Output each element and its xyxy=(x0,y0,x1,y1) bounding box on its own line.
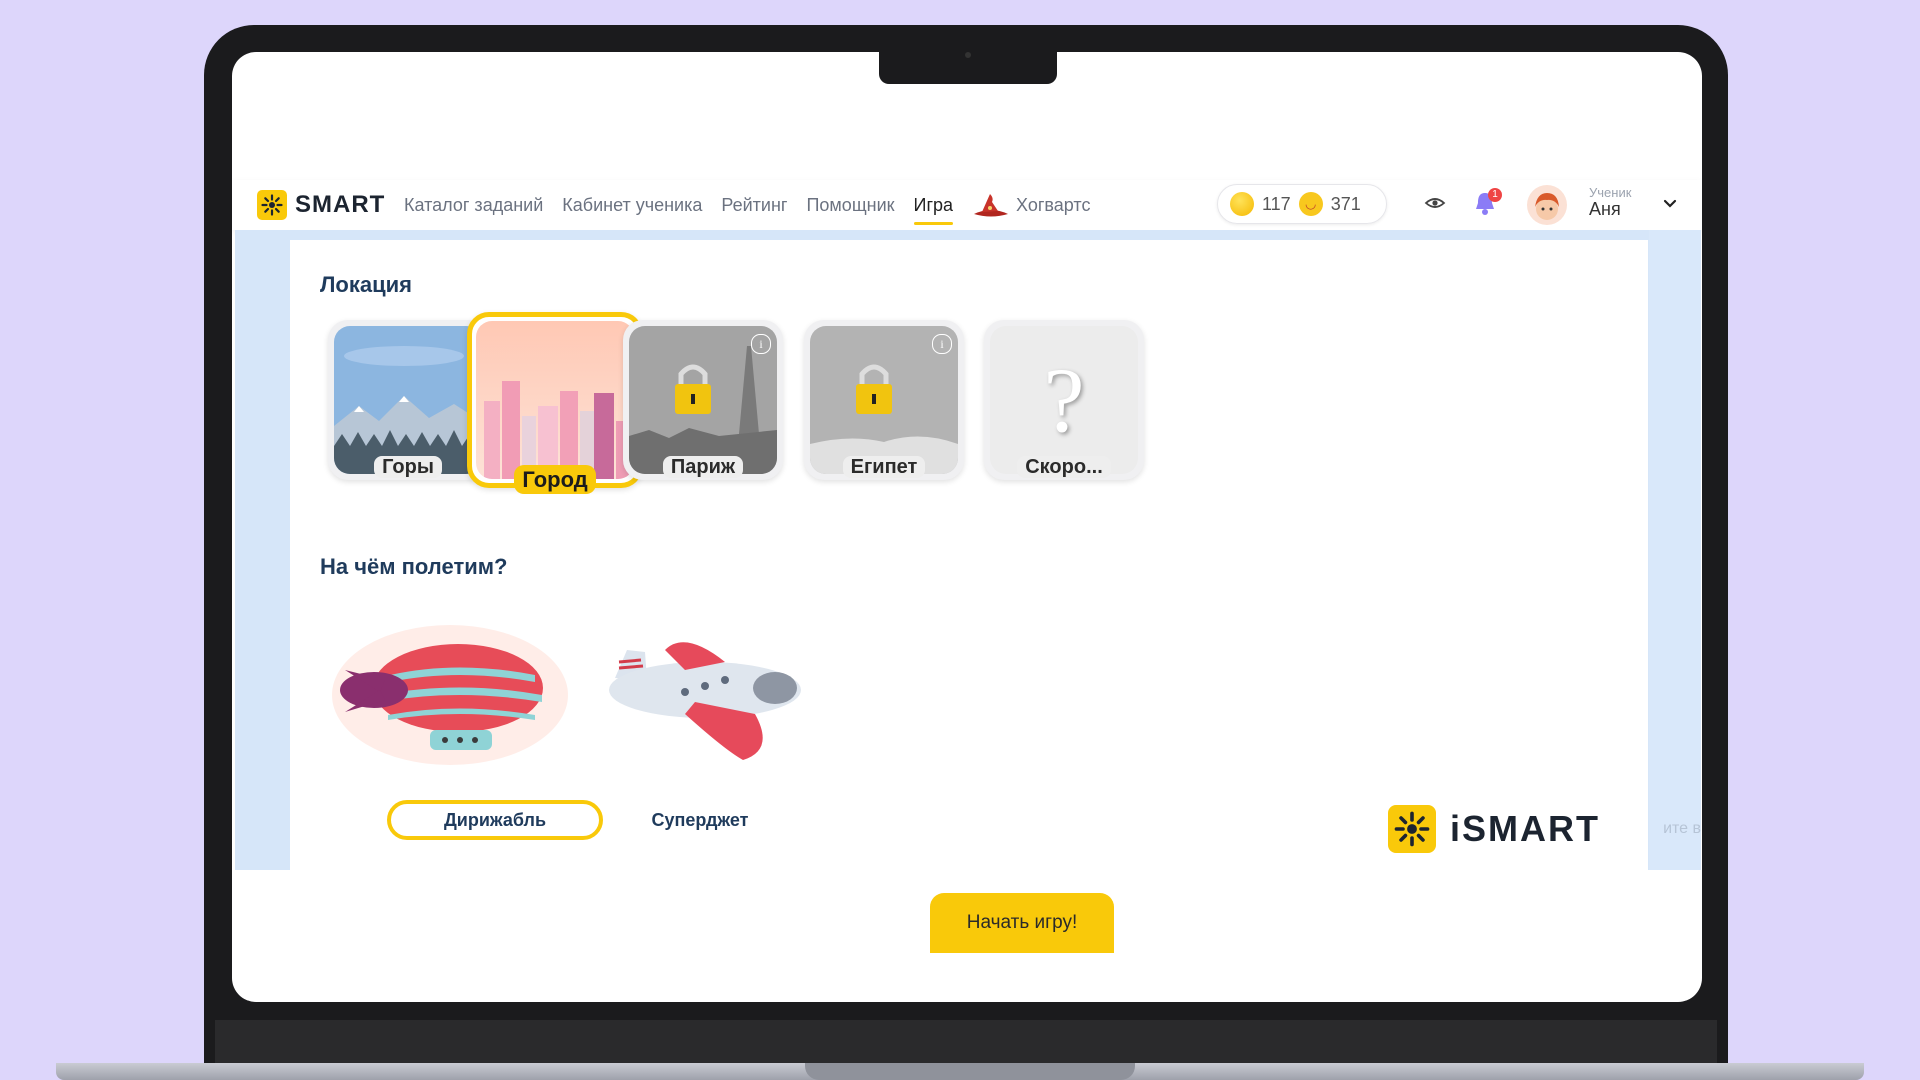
info-icon[interactable]: i xyxy=(932,334,952,354)
laptop-screen: SMART Каталог заданий Кабинет ученика Ре… xyxy=(232,52,1702,1002)
info-icon[interactable]: i xyxy=(751,334,771,354)
chevron-down-icon[interactable] xyxy=(1662,195,1678,215)
location-tile-city[interactable]: Город xyxy=(467,312,643,494)
smiles-count: 371 xyxy=(1330,193,1361,214)
camera-notch xyxy=(879,52,1057,84)
mountains-image xyxy=(334,326,482,474)
vehicle-airship-button[interactable]: Дирижабль xyxy=(387,800,603,840)
nav-item-hogwarts[interactable]: Хогвартс xyxy=(972,192,1090,218)
avatar[interactable] xyxy=(1527,185,1567,225)
location-title: Локация xyxy=(320,272,413,297)
location-tile-paris[interactable]: i Париж xyxy=(623,320,783,480)
location-label-mountains: Горы xyxy=(374,456,442,478)
eye-icon[interactable] xyxy=(1424,192,1446,218)
nav-item-assistant[interactable]: Помощник xyxy=(806,195,894,216)
smart-logo[interactable]: SMART xyxy=(257,190,385,220)
laptop-hinge xyxy=(215,1020,1717,1065)
game-side-right xyxy=(1649,230,1701,870)
location-tile-mountains[interactable]: Горы xyxy=(328,320,488,480)
top-navigation-bar: SMART Каталог заданий Кабинет ученика Ре… xyxy=(232,180,1702,230)
main-nav: Каталог заданий Кабинет ученика Рейтинг … xyxy=(404,180,1090,230)
sun-logo-icon xyxy=(1388,805,1436,853)
bell-icon[interactable]: 1 xyxy=(1472,188,1502,222)
vehicle-superjet-label[interactable]: Суперджет xyxy=(600,810,800,831)
city-image xyxy=(476,321,634,479)
user-role: Ученик xyxy=(1589,185,1632,200)
vehicle-airship[interactable] xyxy=(330,620,570,770)
nav-item-catalog[interactable]: Каталог заданий xyxy=(404,195,543,216)
wizard-hat-icon xyxy=(974,194,1009,217)
logo-text: SMART xyxy=(295,191,386,218)
vehicle-airship-label: Дирижабль xyxy=(443,809,547,830)
game-area: ите в Локация Горы Город i Париж i Египе… xyxy=(235,230,1701,953)
location-tile-soon[interactable]: ? Скоро... xyxy=(984,320,1144,480)
start-game-button[interactable]: Начать игру! xyxy=(930,893,1114,953)
location-tile-egypt[interactable]: i Египет xyxy=(804,320,964,480)
location-label-soon: Скоро... xyxy=(1017,456,1111,478)
notification-badge: 1 xyxy=(1488,188,1502,202)
laptop-base-notch xyxy=(805,1063,1135,1080)
side-hint-text: ите в xyxy=(1663,820,1701,837)
brand-text: iSMART xyxy=(1450,808,1600,849)
nav-item-rating[interactable]: Рейтинг xyxy=(721,195,787,216)
nav-item-game[interactable]: Игра xyxy=(913,195,953,225)
nav-item-student-cabinet[interactable]: Кабинет ученика xyxy=(562,195,702,216)
coin-icon xyxy=(1230,192,1254,216)
location-label-egypt: Египет xyxy=(842,456,926,478)
sun-logo-icon xyxy=(257,190,287,220)
game-settings-panel: Локация Горы Город i Париж i Египет ? Ск… xyxy=(290,240,1648,953)
vehicle-title: На чём полетим? xyxy=(320,554,508,579)
camera-icon xyxy=(965,52,971,58)
location-label-city: Город xyxy=(514,465,596,494)
coins-count: 117 xyxy=(1262,193,1291,214)
balance-pill[interactable]: 117 ◡ 371 xyxy=(1217,184,1387,224)
user-info[interactable]: Ученик Аня xyxy=(1589,185,1631,220)
location-label-paris: Париж xyxy=(662,456,744,478)
user-name: Аня xyxy=(1589,199,1621,219)
ismart-brand-logo: iSMART xyxy=(1388,805,1600,853)
smile-icon: ◡ xyxy=(1298,192,1323,216)
vehicle-superjet[interactable] xyxy=(605,630,805,770)
nav-item-hogwarts-label: Хогвартс xyxy=(1016,194,1091,215)
question-mark-icon: ? xyxy=(990,326,1138,474)
